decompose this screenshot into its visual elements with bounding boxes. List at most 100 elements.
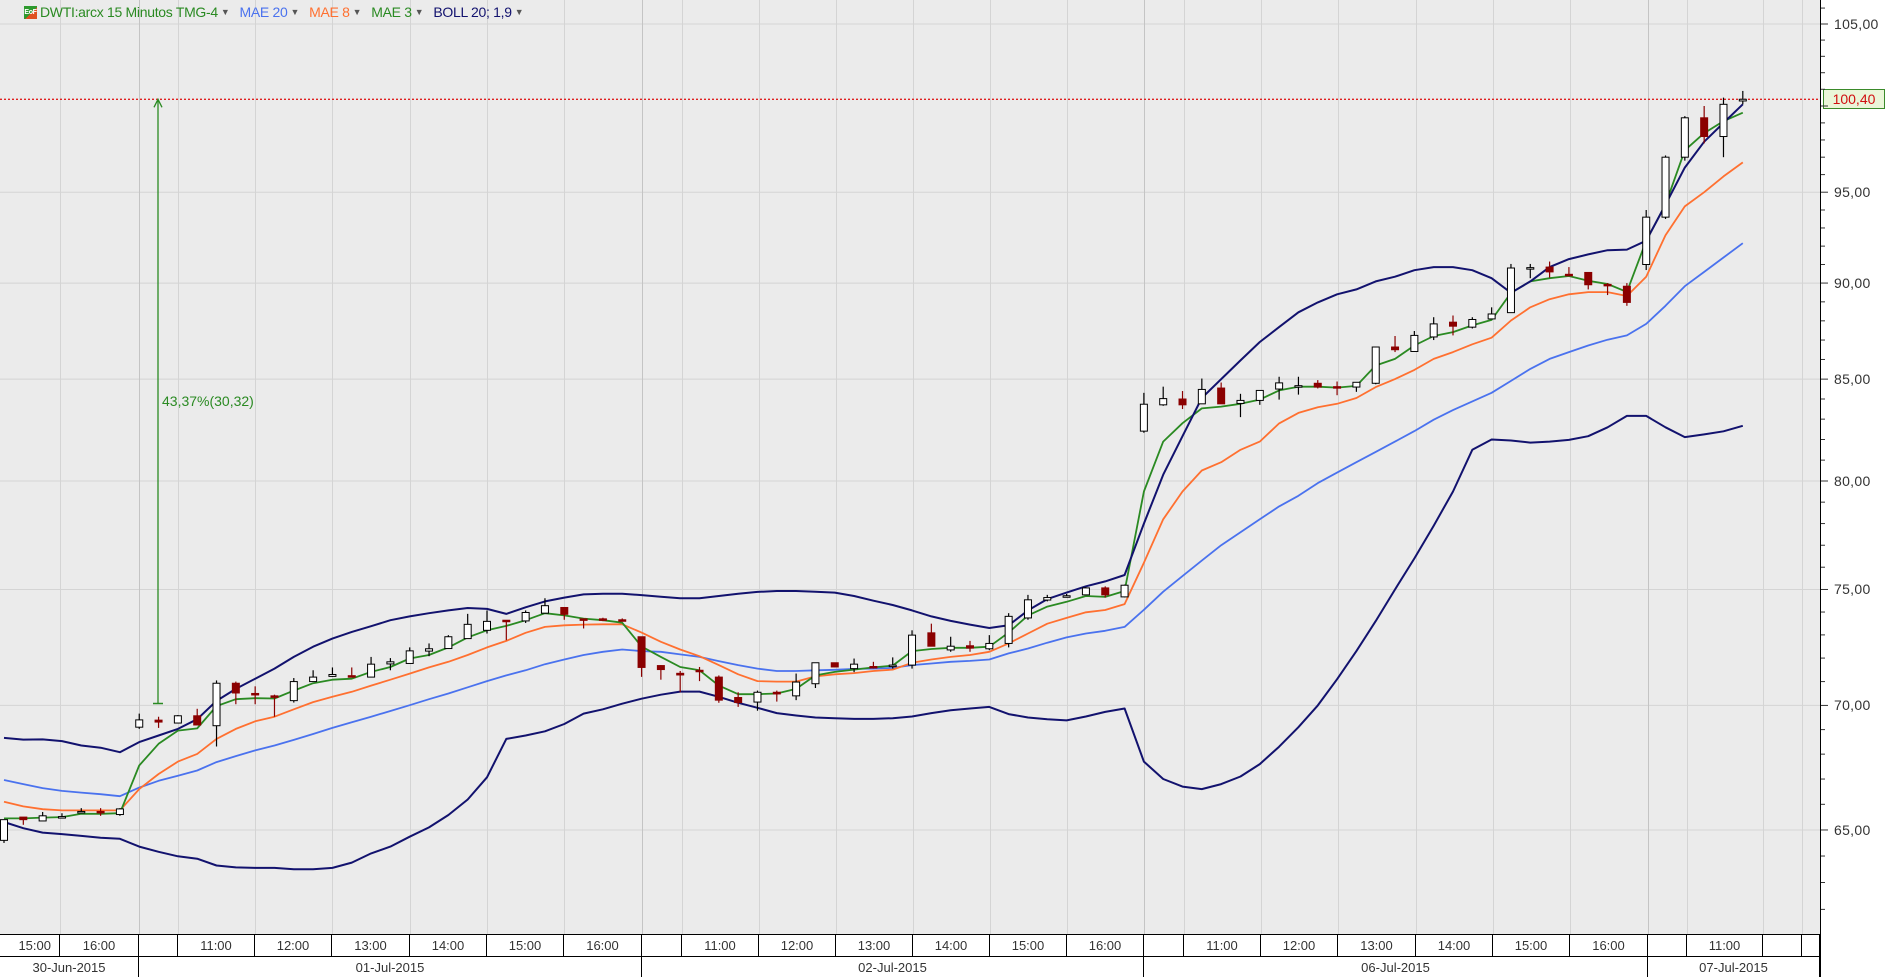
candle-body — [734, 697, 743, 704]
candle-body — [1429, 323, 1438, 338]
hour-label — [1144, 935, 1184, 956]
candle — [598, 617, 607, 622]
candle — [1642, 209, 1651, 271]
y-tick-label: 85,00 — [1834, 371, 1871, 388]
symbol-title[interactable]: DWTI:arcx 15 Minutos TMG-4 — [40, 4, 218, 20]
candle — [405, 647, 414, 664]
candle — [618, 618, 627, 622]
candle-body — [1719, 103, 1728, 138]
candle-body — [0, 819, 8, 841]
candle — [1023, 594, 1032, 620]
indicator-mae-3[interactable]: MAE 3 — [371, 4, 412, 20]
candle-body — [173, 715, 182, 724]
candle-body — [985, 642, 994, 650]
y-tick-label: 65,00 — [1834, 821, 1871, 838]
candle — [19, 816, 28, 825]
candle-body — [1043, 597, 1052, 601]
candle — [193, 708, 202, 726]
candle-body — [405, 650, 414, 664]
chevron-down-icon[interactable]: ▼ — [353, 7, 362, 17]
candle-body — [869, 666, 878, 669]
hour-label: 14:00 — [1416, 935, 1493, 956]
candle — [1197, 378, 1206, 405]
hour-label: 14:00 — [410, 935, 487, 956]
candle-body — [347, 675, 356, 678]
candle — [560, 606, 569, 620]
hour-label: 12:00 — [759, 935, 836, 956]
candle — [1120, 584, 1129, 598]
candle-body — [792, 681, 801, 697]
hour-label — [1802, 935, 1820, 956]
candle-body — [1391, 346, 1400, 351]
y-tick-label: 80,00 — [1834, 473, 1871, 489]
candle-body — [1371, 346, 1380, 384]
y-tick-label: 75,00 — [1834, 581, 1871, 598]
price-axis[interactable]: 100,40 105,00 95,00 90,00 85,00 80,00 75,00 70… — [1820, 0, 1889, 977]
mae-8-line — [3, 161, 1744, 812]
candle-body — [502, 619, 511, 623]
chevron-down-icon[interactable]: ▼ — [515, 7, 524, 17]
candle-body — [830, 662, 839, 668]
eof-logo-icon: EoF — [24, 5, 37, 19]
indicator-mae-8[interactable]: MAE 8 — [309, 4, 350, 20]
candle-body — [57, 816, 66, 819]
candle-body — [888, 664, 897, 668]
time-axis[interactable]: 15:00 16:00 11:00 12:00 13:00 14:00 15:00 16:00… — [0, 934, 1820, 977]
candle-body — [483, 620, 491, 631]
candle-body — [676, 672, 685, 676]
candle-body — [115, 808, 124, 816]
candle-body — [695, 669, 704, 673]
candle-body — [231, 682, 240, 694]
hour-label: 15:00 — [1493, 935, 1570, 956]
bollinger-lower-line — [3, 414, 1744, 871]
candle — [444, 635, 453, 650]
chart-plot-area[interactable]: EoF DWTI:arcx 15 Minutos TMG-4 ▼ MAE 20 … — [0, 0, 1820, 934]
candle — [792, 673, 801, 701]
candle — [1255, 389, 1264, 405]
candle — [1062, 593, 1071, 598]
candle-body — [1410, 334, 1419, 352]
candle-body — [19, 816, 28, 821]
candle — [1004, 613, 1013, 648]
candle-body — [1294, 385, 1303, 388]
candle-body — [1217, 387, 1226, 405]
candle-body — [656, 665, 665, 671]
candle-body — [1120, 584, 1129, 598]
candle-body — [154, 719, 163, 723]
candle — [1217, 382, 1226, 405]
candle — [521, 610, 530, 623]
indicator-mae-20[interactable]: MAE 20 — [239, 4, 287, 20]
day-label: 06-Jul-2015 — [1144, 956, 1648, 977]
candle — [483, 610, 491, 634]
candle — [1584, 271, 1593, 290]
candle-body — [1004, 615, 1013, 644]
hour-label: 13:00 — [836, 935, 913, 956]
candle-body — [1081, 587, 1090, 596]
candle-body — [637, 636, 646, 668]
candle — [309, 670, 318, 683]
candle-body — [463, 623, 472, 640]
candle — [656, 665, 665, 680]
price-chart[interactable] — [0, 0, 1820, 934]
candle — [1700, 105, 1709, 144]
chevron-down-icon[interactable]: ▼ — [290, 7, 299, 17]
candle-body — [1236, 399, 1245, 404]
day-label: 01-Jul-2015 — [139, 956, 642, 977]
hour-label: 11:00 — [1184, 935, 1261, 956]
candle — [1622, 283, 1631, 306]
candle-body — [1468, 318, 1477, 328]
candle — [908, 630, 917, 669]
indicator-bollinger[interactable]: BOLL 20; 1,9 — [433, 4, 512, 20]
candle — [173, 715, 182, 724]
candle — [1333, 381, 1342, 396]
candle — [811, 662, 820, 688]
y-tick-label: 70,00 — [1834, 697, 1871, 714]
chevron-down-icon[interactable]: ▼ — [415, 7, 424, 17]
mae-3-line — [4, 111, 1744, 820]
candle-body — [1449, 321, 1457, 327]
candle-body — [1062, 595, 1071, 598]
candle — [830, 662, 839, 668]
candle — [1564, 267, 1573, 277]
y-tick-label: 90,00 — [1834, 275, 1871, 292]
chevron-down-icon[interactable]: ▼ — [221, 7, 230, 17]
